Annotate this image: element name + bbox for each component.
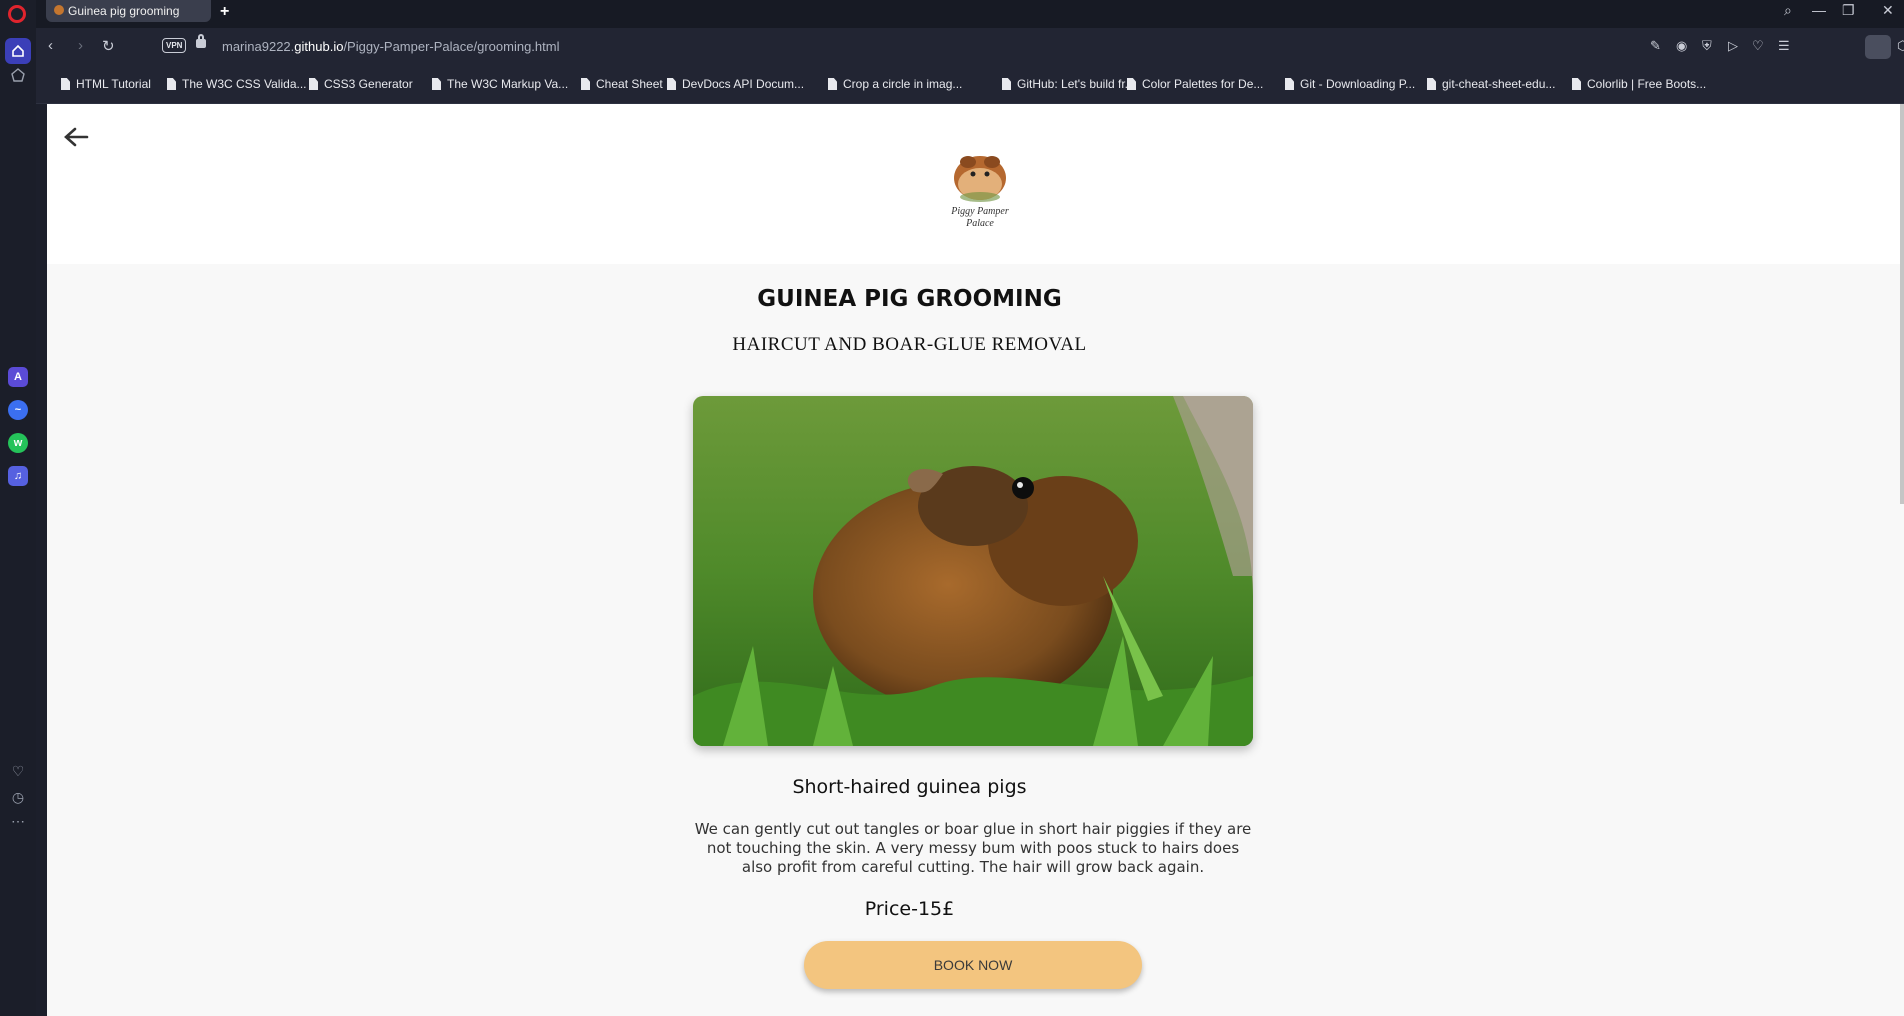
restore-icon[interactable]: ❐: [1842, 2, 1855, 19]
bookmark-item[interactable]: Cheat Sheet: [581, 77, 663, 91]
bookmark-item[interactable]: Colorlib | Free Boots...: [1572, 77, 1706, 91]
bookmark-item[interactable]: GitHub: Let's build fr...: [1002, 77, 1135, 91]
page-title: GUINEA PIG GROOMING: [757, 286, 1062, 312]
browser-sidebar: A ~ w ♫ ♡ ◷ ⋯: [0, 0, 36, 1016]
section-title: Short-haired guinea pigs: [792, 776, 1027, 798]
whatsapp-icon[interactable]: w: [8, 433, 28, 453]
guinea-pig-logo-icon: Piggy Pamper Palace: [950, 156, 1009, 229]
bookmark-item[interactable]: CSS3 Generator: [309, 77, 413, 91]
bookmark-item[interactable]: Color Palettes for De...: [1127, 77, 1263, 91]
bookmark-item[interactable]: DevDocs API Docum...: [667, 77, 804, 91]
bookmark-item[interactable]: git-cheat-sheet-edu...: [1427, 77, 1555, 91]
active-tab[interactable]: Guinea pig grooming: [46, 0, 211, 22]
opera-logo-icon[interactable]: [8, 5, 26, 23]
tab-title: Guinea pig grooming: [68, 4, 180, 18]
guinea-pig-photo: [693, 396, 1253, 746]
shield-icon[interactable]: ⛨: [1702, 38, 1712, 54]
speed-dial-icon[interactable]: [5, 62, 31, 88]
site-header: Piggy Pamper Palace: [47, 104, 1904, 264]
extensions-icon[interactable]: ⬡: [1897, 38, 1904, 54]
service-description: We can gently cut out tangles or boar gl…: [694, 820, 1252, 876]
bookmark-item[interactable]: HTML Tutorial: [61, 77, 151, 91]
reload-icon[interactable]: ↻: [102, 37, 115, 55]
heart-icon[interactable]: ♡: [5, 758, 31, 784]
site-logo[interactable]: Piggy Pamper Palace: [942, 142, 1018, 232]
bookmark-item[interactable]: Crop a circle in imag...: [828, 77, 962, 91]
search-tabs-icon[interactable]: ⌕: [1784, 2, 1792, 19]
page-viewport: Piggy Pamper Palace GUINEA PIG GROOMING …: [47, 104, 1904, 1016]
back-arrow-icon[interactable]: [63, 122, 89, 156]
heart-bookmark-icon[interactable]: ♡: [1752, 38, 1764, 54]
tab-strip: Guinea pig grooming + ⌕ — ❐ ✕: [36, 0, 1904, 28]
minimize-icon[interactable]: —: [1812, 2, 1826, 18]
url-path: /Piggy-Pamper-Palace/grooming.html: [343, 39, 560, 54]
forward-nav-icon[interactable]: ›: [78, 37, 83, 54]
messenger-icon[interactable]: ~: [8, 400, 28, 420]
logo-text-line2: Palace: [965, 218, 994, 229]
back-nav-icon[interactable]: ‹: [48, 37, 53, 54]
url-field[interactable]: marina9222.github.io/Piggy-Pamper-Palace…: [222, 39, 559, 54]
edit-icon[interactable]: ✎: [1650, 38, 1661, 54]
address-bar-row: ‹ › ↻ VPN marina9222.github.io/Piggy-Pam…: [36, 28, 1904, 68]
easy-setup-icon[interactable]: ☰: [1778, 38, 1790, 54]
bookmark-item[interactable]: The W3C Markup Va...: [432, 77, 568, 91]
tab-favicon-icon: [54, 5, 64, 15]
music-player-icon[interactable]: ♫: [8, 466, 28, 486]
book-now-button[interactable]: BOOK NOW: [804, 941, 1142, 989]
url-host: github.io: [294, 39, 344, 54]
new-tab-button[interactable]: +: [220, 3, 229, 21]
page-scrollbar[interactable]: [1900, 104, 1904, 504]
page-subtitle: HAIRCUT AND BOAR-GLUE REMOVAL: [732, 334, 1087, 355]
bookmarks-bar: HTML Tutorial The W3C CSS Valida... CSS3…: [36, 68, 1904, 104]
vpn-badge[interactable]: VPN: [162, 38, 187, 53]
bookmark-item[interactable]: Git - Downloading P...: [1285, 77, 1415, 91]
aria-app-icon[interactable]: A: [8, 367, 28, 387]
price-label: Price-15£: [864, 898, 955, 920]
bookmark-item[interactable]: The W3C CSS Valida...: [167, 77, 307, 91]
history-icon[interactable]: ◷: [5, 784, 31, 810]
more-icon[interactable]: ⋯: [5, 808, 31, 834]
play-icon[interactable]: ▷: [1728, 38, 1738, 54]
snapshot-icon[interactable]: ◉: [1676, 38, 1687, 54]
profile-avatar[interactable]: [1865, 35, 1891, 59]
close-window-icon[interactable]: ✕: [1882, 2, 1894, 19]
url-prefix: marina9222.: [222, 39, 295, 54]
logo-text-line1: Piggy Pamper: [950, 206, 1009, 217]
lock-icon[interactable]: [196, 34, 206, 48]
home-icon[interactable]: [5, 38, 31, 64]
